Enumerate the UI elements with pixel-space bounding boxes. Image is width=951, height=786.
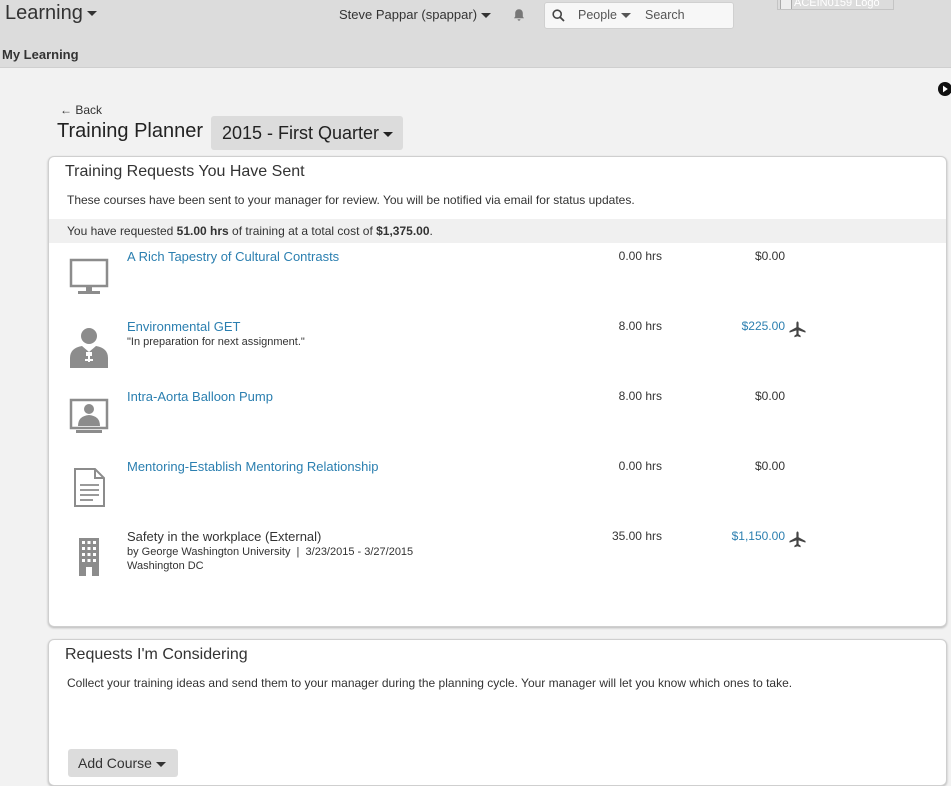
chevron-down-icon <box>86 11 97 17</box>
considering-panel: Requests I'm Considering Collect your tr… <box>48 639 947 786</box>
course-cost: $0.00 <box>754 389 785 403</box>
summary-suffix: . <box>429 224 433 238</box>
user-name: Steve Pappar (spappar) <box>339 7 478 22</box>
play-icon[interactable] <box>937 81 951 97</box>
top-bar: Learning Steve Pappar (spappar) People A… <box>0 0 951 68</box>
course-link[interactable]: Environmental GET <box>127 319 240 334</box>
instructor-icon <box>70 328 108 368</box>
course-cost[interactable]: $1,150.00 <box>732 529 785 543</box>
building-icon <box>79 538 99 576</box>
virtual-classroom-icon <box>69 398 109 433</box>
logo-alt-text: ACEIN0159 Logo <box>794 0 880 9</box>
course-provider: by George Washington University | 3/23/2… <box>127 546 414 558</box>
course-hours: 8.00 hrs <box>618 389 662 403</box>
course-title: Safety in the workplace (External) <box>127 529 322 544</box>
list-item: Environmental GET "In preparation for ne… <box>49 318 946 388</box>
add-course-button[interactable]: Add Course <box>68 749 178 777</box>
app-switcher[interactable]: Learning <box>5 2 97 25</box>
bell-icon[interactable] <box>512 8 526 22</box>
document-icon <box>74 468 105 507</box>
period-select[interactable]: 2015 - First Quarter <box>211 116 403 150</box>
chevron-down-icon <box>481 13 492 19</box>
airplane-icon <box>789 531 806 548</box>
add-course-label: Add Course <box>78 755 152 771</box>
airplane-icon <box>789 321 806 338</box>
monitor-icon <box>69 258 109 294</box>
panel-title: Training Requests You Have Sent <box>65 163 305 180</box>
period-label: 2015 - First Quarter <box>222 123 380 143</box>
summary-prefix: You have requested <box>67 224 177 238</box>
list-item: Safety in the workplace (External) by Ge… <box>49 528 946 598</box>
page-breadcrumb[interactable]: My Learning <box>2 47 79 62</box>
course-link[interactable]: Intra-Aorta Balloon Pump <box>127 389 273 404</box>
user-menu[interactable]: Steve Pappar (spappar) <box>339 7 492 22</box>
search-scope-select[interactable]: People <box>578 8 631 22</box>
search-icon[interactable] <box>552 9 565 22</box>
company-logo: ACEIN0159 Logo <box>777 0 894 10</box>
search-box: People <box>544 2 734 29</box>
broken-image-icon <box>780 0 792 9</box>
list-item: Intra-Aorta Balloon Pump 8.00 hrs $0.00 <box>49 388 946 458</box>
list-item: Mentoring-Establish Mentoring Relationsh… <box>49 458 946 528</box>
course-hours: 0.00 hrs <box>618 459 662 473</box>
page-title: Training Planner <box>57 120 204 142</box>
course-hours: 0.00 hrs <box>618 249 662 263</box>
summary-middle: of training at a total cost of <box>228 224 377 238</box>
back-link[interactable]: ← Back <box>60 103 102 117</box>
course-link[interactable]: A Rich Tapestry of Cultural Contrasts <box>127 249 339 264</box>
course-location: Washington DC <box>127 560 204 572</box>
summary-cost: $1,375.00 <box>376 224 430 238</box>
search-input[interactable] <box>645 6 725 24</box>
panel-title: Requests I'm Considering <box>65 646 248 663</box>
summary-hours: 51.00 hrs <box>176 224 229 238</box>
chevron-down-icon <box>620 13 631 19</box>
search-scope-label: People <box>578 8 617 22</box>
course-link[interactable]: Mentoring-Establish Mentoring Relationsh… <box>127 459 378 474</box>
app-title: Learning <box>5 2 83 24</box>
list-item: A Rich Tapestry of Cultural Contrasts 0.… <box>49 248 946 318</box>
request-summary: You have requested 51.00 hrs of training… <box>49 219 946 243</box>
chevron-down-icon <box>155 761 166 767</box>
course-hours: 8.00 hrs <box>618 319 662 333</box>
course-hours: 35.00 hrs <box>611 529 662 543</box>
sent-requests-panel: Training Requests You Have Sent These co… <box>48 156 947 627</box>
course-cost[interactable]: $225.00 <box>742 319 785 333</box>
panel-description: Collect your training ideas and send the… <box>67 676 793 690</box>
course-cost: $0.00 <box>754 249 785 263</box>
course-cost: $0.00 <box>754 459 785 473</box>
panel-description: These courses have been sent to your man… <box>67 193 635 207</box>
course-note: "In preparation for next assignment." <box>127 336 305 348</box>
chevron-down-icon <box>383 131 394 137</box>
